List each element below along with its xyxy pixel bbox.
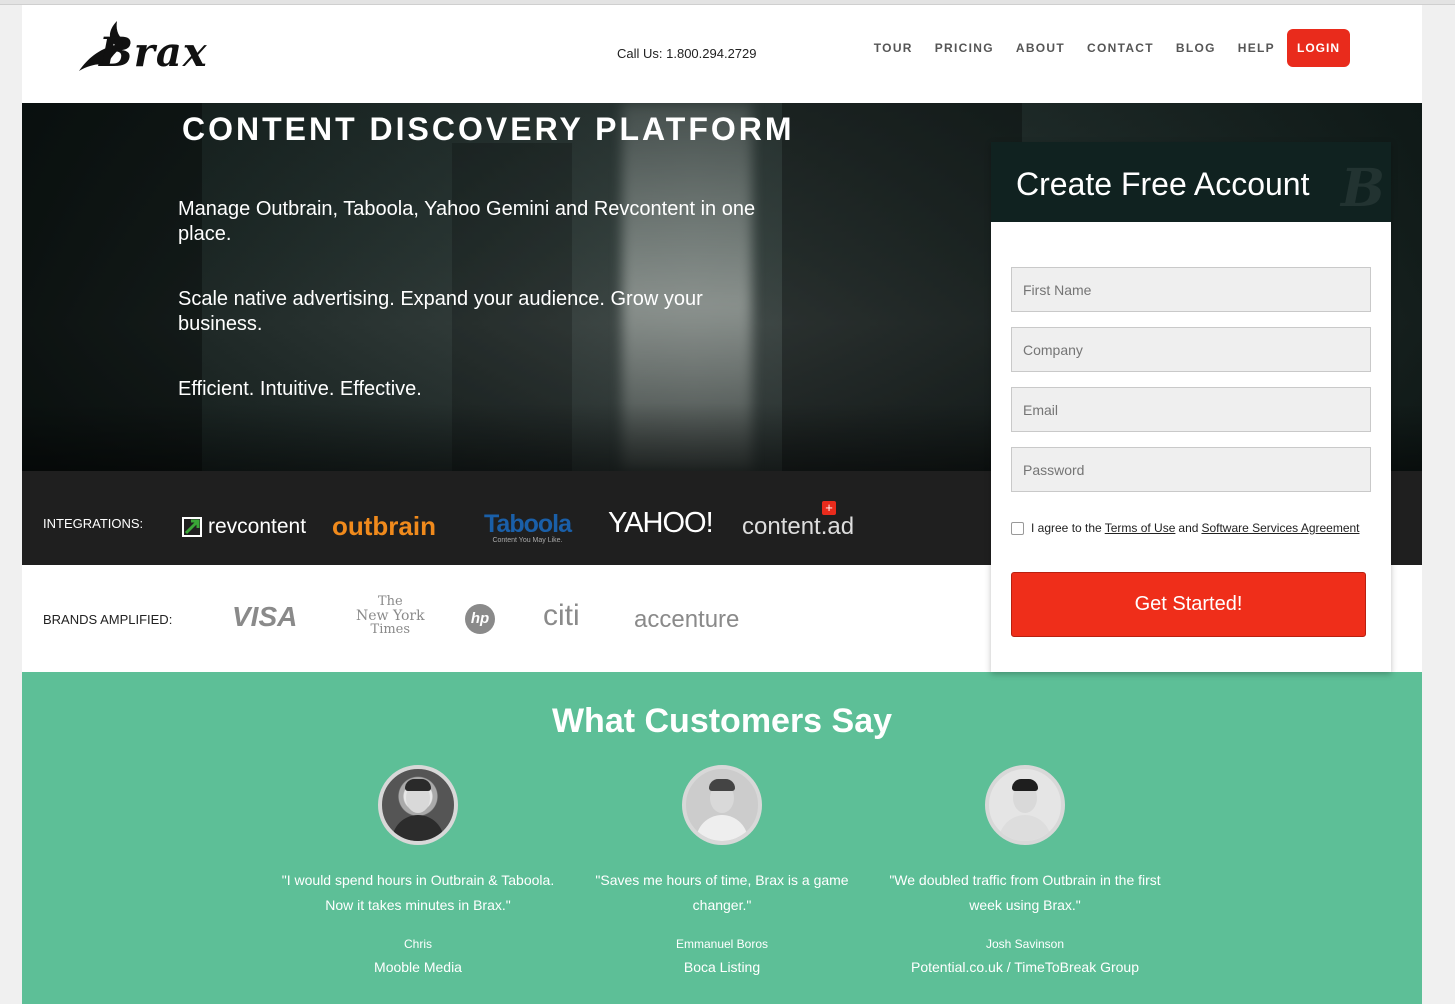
get-started-button[interactable]: Get Started! <box>1011 572 1366 637</box>
integrations-label: INTEGRATIONS: <box>43 516 144 531</box>
signup-card: Create Free Account B I agree to the Ter… <box>991 142 1391 672</box>
avatar <box>985 765 1065 845</box>
company-input[interactable] <box>1011 327 1371 372</box>
testimonial-quote: "Saves me hours of time, Brax is a game … <box>595 872 849 913</box>
nyt-line-2: New York <box>356 608 425 624</box>
terms-agreement: I agree to the Terms of Use and Software… <box>1011 521 1363 535</box>
outbrain-logo: outbrain <box>332 511 436 541</box>
testimonials-section: What Customers Say "I would spend hours … <box>22 672 1422 1004</box>
testimonial-company: Boca Listing <box>683 959 761 975</box>
testimonial-name: Chris <box>403 937 432 951</box>
hero-title: CONTENT DISCOVERY PLATFORM <box>182 111 795 147</box>
nav-help[interactable]: HELP <box>1238 41 1275 55</box>
call-us-phone: Call Us: 1.800.294.2729 <box>617 46 757 61</box>
brax-logo[interactable]: Brax <box>77 19 207 81</box>
contentad-wordmark: content.ad <box>742 513 855 540</box>
nav-pricing[interactable]: PRICING <box>935 41 994 55</box>
contentad-logo: content.ad + <box>742 501 855 541</box>
yahoo-logo: YAHOO! <box>608 507 714 539</box>
nyt-line-1: The <box>377 594 403 609</box>
nyt-line-3: Times <box>370 622 411 637</box>
avatar <box>682 765 762 845</box>
agree-prefix-text: I agree to the <box>1031 521 1102 535</box>
email-input[interactable] <box>1011 387 1371 432</box>
citi-logo: citi <box>543 599 580 632</box>
agree-checkbox[interactable] <box>1011 521 1024 535</box>
terms-of-use-link[interactable]: Terms of Use <box>1105 521 1176 535</box>
testimonial-name: Emmanuel Boros <box>675 937 769 951</box>
testimonial-company: Mooble Media <box>374 959 462 975</box>
testimonials-title: What Customers Say <box>551 702 893 740</box>
brands-label: BRANDS AMPLIFIED: <box>43 612 173 627</box>
revcontent-wordmark: revcontent <box>208 515 307 538</box>
main-nav: TOUR PRICING ABOUT CONTACT BLOG HELP LOG… <box>852 29 1350 67</box>
nyt-logo: The New York Times <box>356 595 425 637</box>
brax-watermark-icon: B <box>1341 158 1385 219</box>
nav-blog[interactable]: BLOG <box>1176 41 1216 55</box>
agree-and-text: and <box>1178 521 1199 535</box>
testimonial-card: "We doubled traffic from Outbrain in the… <box>875 765 1175 975</box>
nav-tour[interactable]: TOUR <box>874 41 913 55</box>
testimonial-quote: "I would spend hours in Outbrain & Taboo… <box>281 872 555 913</box>
login-button[interactable]: LOGIN <box>1287 29 1350 67</box>
taboola-wordmark: Taboola <box>484 510 572 538</box>
logo-wordmark: Brax <box>99 29 208 76</box>
signup-title: Create Free Account <box>1016 166 1310 202</box>
password-input[interactable] <box>1011 447 1371 492</box>
nav-contact[interactable]: CONTACT <box>1087 41 1154 55</box>
testimonial-company: Potential.co.uk / TimeToBreak Group <box>911 959 1139 975</box>
software-agreement-link[interactable]: Software Services Agreement <box>1201 521 1359 535</box>
plus-icon: + <box>822 501 836 515</box>
first-name-input[interactable] <box>1011 267 1371 312</box>
testimonial-name: Josh Savinson <box>985 937 1065 951</box>
site-header: Brax Call Us: 1.800.294.2729 TOUR PRICIN… <box>22 5 1422 103</box>
revcontent-logo: revcontent <box>182 515 306 539</box>
testimonial-card: "Saves me hours of time, Brax is a game … <box>572 765 872 975</box>
nav-about[interactable]: ABOUT <box>1016 41 1065 55</box>
taboola-logo: Taboola Content You May Like. <box>484 510 572 544</box>
signup-card-header: Create Free Account B <box>991 142 1391 222</box>
hero-paragraph-1: Manage Outbrain, Taboola, Yahoo Gemini a… <box>178 198 756 245</box>
testimonial-card: "I would spend hours in Outbrain & Taboo… <box>268 765 568 975</box>
testimonial-quote: "We doubled traffic from Outbrain in the… <box>889 872 1161 913</box>
hero-paragraph-2: Scale native advertising. Expand your au… <box>178 288 703 335</box>
hero-paragraph-3: Efficient. Intuitive. Effective. <box>178 378 422 400</box>
taboola-tagline: Content You May Like. <box>492 537 563 544</box>
visa-logo: VISA <box>232 601 298 632</box>
avatar <box>378 765 458 845</box>
revcontent-arrow-icon <box>182 517 202 537</box>
hp-logo: hp <box>465 604 495 634</box>
accenture-logo: accenture <box>634 606 740 633</box>
